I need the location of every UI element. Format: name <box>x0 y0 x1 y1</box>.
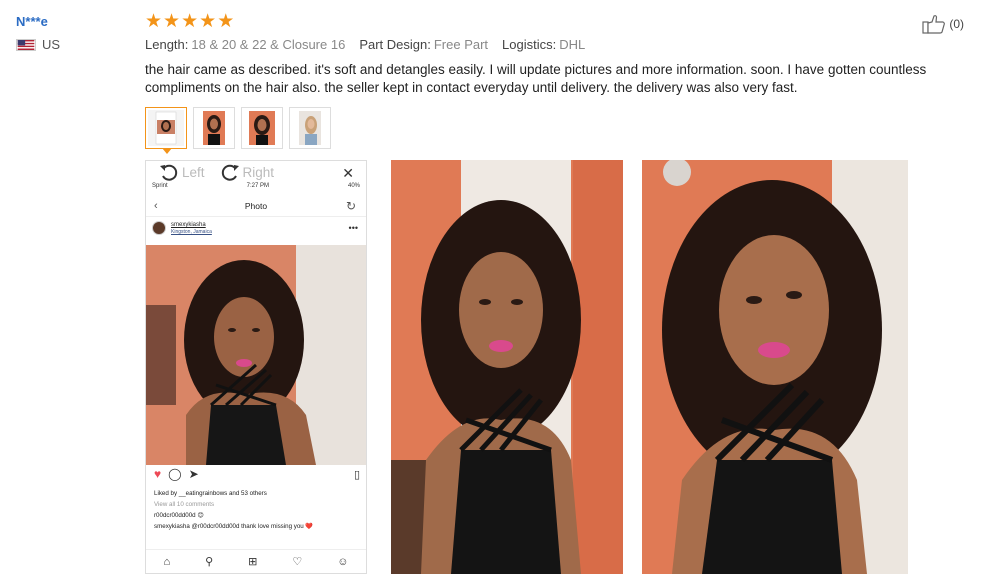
battery-label: 40% <box>347 183 360 189</box>
country-code: US <box>42 37 61 52</box>
thumbnail-image <box>244 110 280 146</box>
thumbnail-image <box>292 110 328 146</box>
review-text: the hair came as described. it's soft an… <box>145 62 927 95</box>
helpful-button[interactable]: (0) <box>922 14 964 34</box>
liked-by-text: Liked by __eatingrainbows and 53 others <box>154 490 267 497</box>
helpful-count: (0) <box>949 17 964 31</box>
activity-icon: ♡ <box>292 556 303 568</box>
star-icon: ★ <box>199 11 217 32</box>
rotate-controls: Left Right <box>158 162 274 182</box>
thumbnail-image <box>148 110 184 146</box>
review-photo-2[interactable] <box>391 160 623 574</box>
rotate-right-label: Right <box>242 164 275 180</box>
review-photo-3[interactable] <box>642 160 908 574</box>
refresh-icon: ↻ <box>345 198 356 213</box>
rotate-right-icon <box>221 164 239 181</box>
back-icon: ‹ <box>154 199 158 212</box>
thumbnail-strip <box>145 107 331 154</box>
phone-tab-bar: ⌂ ⚲ ⊞ ♡ ☺ <box>146 549 366 573</box>
add-icon: ⊞ <box>248 556 258 568</box>
search-icon: ⚲ <box>205 556 214 568</box>
rotate-right-button[interactable]: Right <box>219 162 275 182</box>
post-meta: Liked by __eatingrainbows and 53 others … <box>154 488 313 532</box>
carrier-label: Sprint <box>152 183 168 189</box>
thumbnail-4[interactable] <box>289 107 331 149</box>
reviewer-name: N***e <box>16 14 48 29</box>
rotate-left-button[interactable]: Left <box>158 162 205 182</box>
review-body: ★ ★ ★ ★ ★ Length: 18 & 20 & 22 & Closure … <box>145 12 985 96</box>
attribute-logistics: Logistics: DHL <box>502 37 586 52</box>
bookmark-icon: ▯ <box>353 468 360 481</box>
post-actions: ♥ ◯ ➤ ▯ <box>154 467 360 481</box>
comment-2: smexykiasha @r00dcr00dd00d thank love mi… <box>154 523 314 530</box>
post-photo <box>146 245 366 465</box>
rotate-left-label: Left <box>182 164 205 180</box>
share-icon: ➤ <box>188 467 199 481</box>
post-location: Kingston, Jamaica <box>171 229 212 235</box>
us-flag-icon <box>16 38 36 51</box>
star-rating: ★ ★ ★ ★ ★ <box>145 12 985 32</box>
photo-image <box>391 160 623 574</box>
view-comments-text: View all 10 comments <box>154 501 215 508</box>
home-icon: ⌂ <box>163 555 171 568</box>
thumbnail-3[interactable] <box>241 107 283 149</box>
star-icon: ★ <box>145 11 163 32</box>
reviewer-info: N***e US <box>16 14 60 52</box>
time-label: 7:27 PM <box>246 183 270 189</box>
heart-icon: ♥ <box>154 467 162 481</box>
product-attributes: Length: 18 & 20 & 22 & Closure 16 Part De… <box>145 37 985 52</box>
profile-icon: ☺ <box>337 555 349 568</box>
thumbs-up-icon <box>922 15 946 34</box>
thumbnail-2[interactable] <box>193 107 235 149</box>
post-user: smexykiasha Kingston, Jamaica <box>152 221 212 235</box>
comment-icon: ◯ <box>168 467 182 481</box>
more-options-icon: ••• <box>348 223 358 233</box>
comment-1: r00dcr00dd00d 😊 <box>154 512 204 519</box>
rotate-left-icon <box>160 164 178 181</box>
close-viewer-button[interactable]: ✕ <box>342 165 354 182</box>
thumbnail-image <box>196 110 232 146</box>
photo-image <box>642 160 908 574</box>
star-icon: ★ <box>217 11 235 32</box>
reviewer-country: US <box>16 37 60 52</box>
phone-header-title: Photo <box>244 200 268 211</box>
phone-header: ‹ Photo ↻ <box>146 195 366 217</box>
phone-status-bar: Sprint 7:27 PM 40% <box>146 183 366 189</box>
thumbnail-1[interactable] <box>145 107 187 154</box>
post-username: smexykiasha <box>171 222 206 228</box>
attribute-part-design: Part Design: Free Part <box>359 37 489 52</box>
image-viewer: Left Right ✕ Sprint 7:27 PM 40% ‹ Photo … <box>145 160 367 574</box>
avatar <box>152 221 166 235</box>
star-icon: ★ <box>181 11 199 32</box>
star-icon: ★ <box>163 11 181 32</box>
attribute-length: Length: 18 & 20 & 22 & Closure 16 <box>145 37 346 52</box>
